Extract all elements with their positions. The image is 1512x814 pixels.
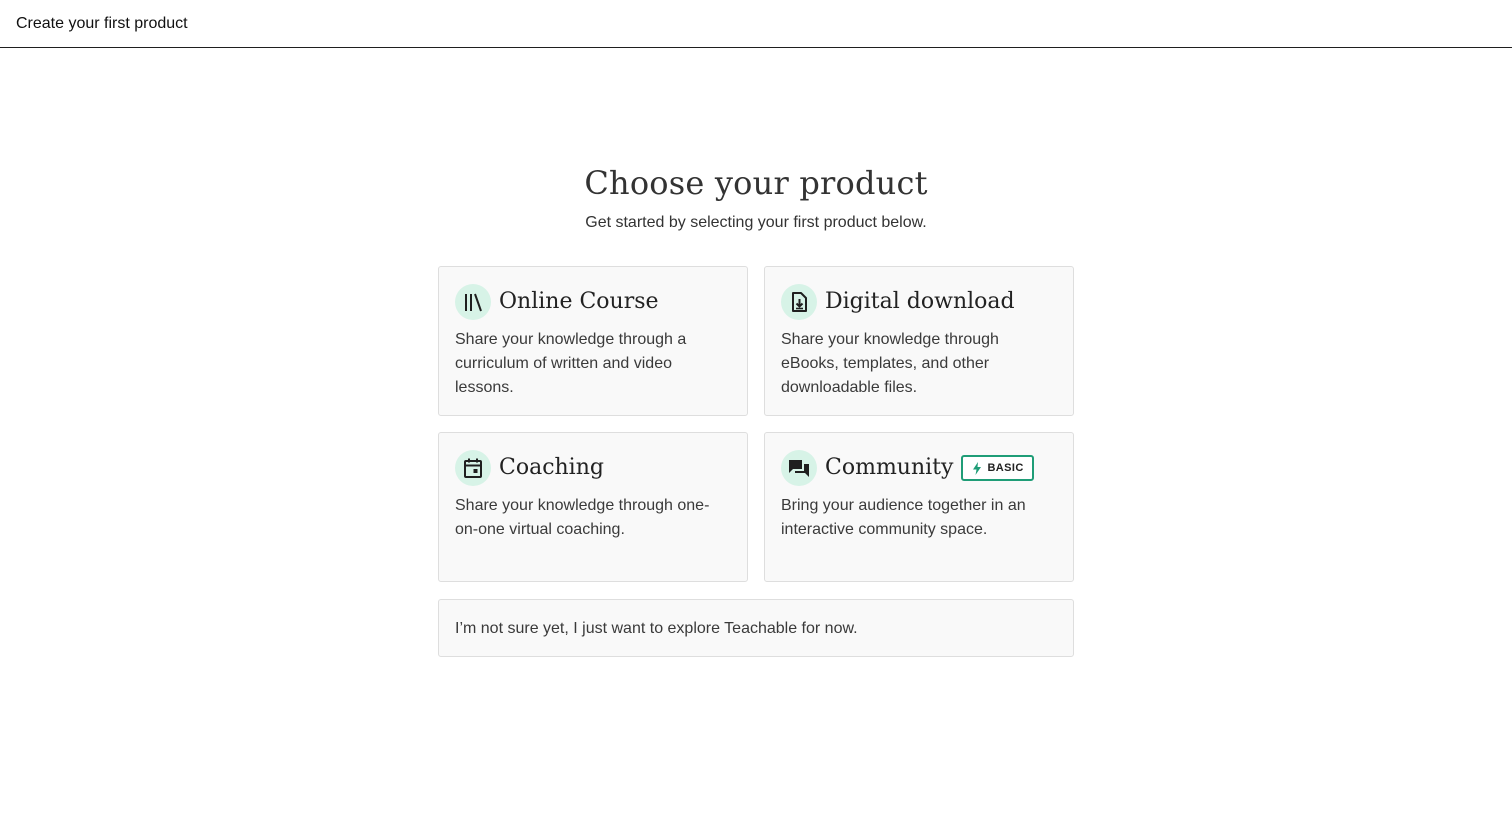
file-download-icon — [781, 284, 817, 320]
card-title: Coaching — [499, 455, 604, 480]
calendar-icon — [455, 450, 491, 486]
chat-bubbles-icon — [781, 450, 817, 486]
card-description: Share your knowledge through one-on-one … — [455, 497, 710, 538]
card-title: Community — [825, 455, 954, 480]
badge-label: BASIC — [987, 462, 1024, 474]
card-description: Share your knowledge through eBooks, tem… — [781, 331, 999, 396]
page-title: Choose your product — [584, 164, 928, 202]
card-description: Bring your audience together in an inter… — [781, 497, 1026, 538]
card-header: Community BASIC — [781, 449, 1034, 487]
card-title: Online Course — [499, 289, 659, 314]
page-subtitle: Get started by selecting your first prod… — [585, 214, 927, 231]
explore-option[interactable]: I’m not sure yet, I just want to explore… — [438, 599, 1074, 657]
explore-option-label: I’m not sure yet, I just want to explore… — [455, 620, 858, 637]
plan-badge: BASIC — [961, 455, 1034, 481]
card-description: Share your knowledge through a curriculu… — [455, 331, 687, 396]
top-bar: Create your first product — [0, 0, 1512, 48]
card-header: Coaching — [455, 449, 604, 487]
library-books-icon — [455, 284, 491, 320]
lightning-bolt-icon — [973, 461, 982, 475]
product-card-digital-download[interactable]: Digital download Share your knowledge th… — [764, 266, 1074, 416]
product-card-community[interactable]: Community BASIC Bring your audience toge… — [764, 432, 1074, 582]
card-header: Online Course — [455, 283, 659, 321]
card-header: Digital download — [781, 283, 1015, 321]
product-card-online-course[interactable]: Online Course Share your knowledge throu… — [438, 266, 748, 416]
card-title: Digital download — [825, 289, 1015, 314]
page-header-title: Create your first product — [16, 15, 188, 32]
product-card-coaching[interactable]: Coaching Share your knowledge through on… — [438, 432, 748, 582]
